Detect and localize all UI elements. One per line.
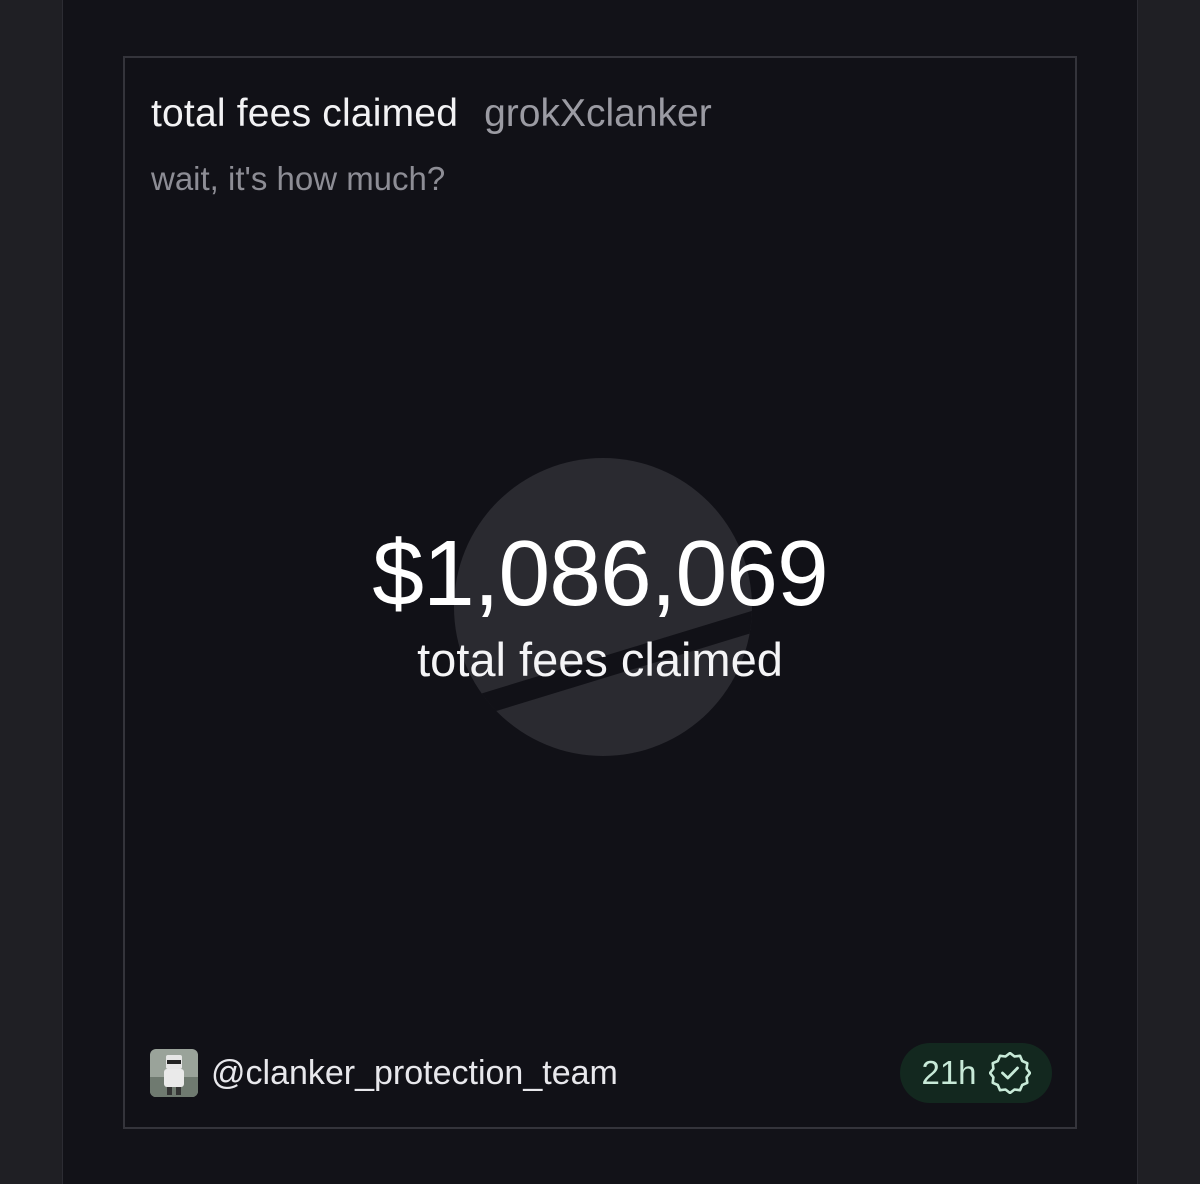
time-badge: 21h	[900, 1043, 1052, 1103]
card-subtitle: wait, it's how much?	[151, 160, 446, 197]
amount-caption: total fees claimed	[417, 633, 783, 686]
total-amount: $1,086,069	[372, 521, 828, 625]
card-title: total fees claimed	[151, 92, 459, 135]
author-handle[interactable]: @clanker_protection_team	[211, 1054, 618, 1093]
card-header: total fees claimed grokXclanker	[151, 92, 712, 136]
card-footer: @clanker_protection_team	[150, 1049, 618, 1097]
avatar-image-icon	[150, 1049, 198, 1097]
avatar[interactable]	[150, 1049, 198, 1097]
card-tag[interactable]: grokXclanker	[484, 92, 712, 136]
verified-badge-icon	[988, 1052, 1031, 1094]
time-ago: 21h	[921, 1054, 977, 1091]
stat-card[interactable]: total fees claimed grokXclanker wait, it…	[123, 56, 1077, 1129]
